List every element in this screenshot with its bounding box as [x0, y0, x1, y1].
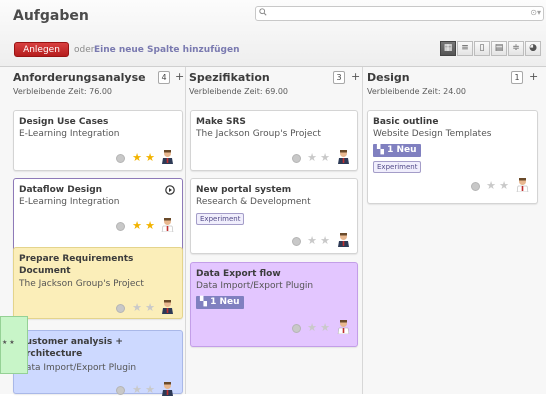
task-card[interactable]: Design Use Cases E-Learning Integration … [13, 110, 183, 171]
header-bar: Aufgaben ⊙▾ Anlegen oder Eine neue Spalt… [0, 0, 546, 67]
tag-badge: Experiment [373, 161, 422, 173]
avatar [338, 150, 349, 164]
status-icon[interactable] [292, 237, 301, 246]
or-label: oder [74, 45, 95, 55]
column-header: Spezifikation 3 + Verbleibende Zeit: 69.… [186, 67, 362, 97]
task-card[interactable]: Customer analysis + Architecture Data Im… [13, 330, 183, 396]
kanban-view-icon[interactable]: ▦ [440, 41, 456, 56]
task-project: E-Learning Integration [19, 129, 120, 139]
task-project: Research & Development [196, 197, 311, 207]
kanban-column-spezifikation: Spezifikation 3 + Verbleibende Zeit: 69.… [186, 67, 363, 394]
star-icon[interactable]: ★ [132, 220, 142, 231]
task-project: Data Import/Export Plugin [19, 363, 137, 373]
gantt-view-icon[interactable]: ≑ [508, 41, 524, 56]
star-icon[interactable]: ★ [320, 322, 330, 333]
star-icon[interactable]: ★ [307, 322, 317, 333]
message-icon: ▚ [377, 145, 384, 155]
task-project: Website Design Templates [373, 129, 492, 139]
task-project: E-Learning Integration [19, 197, 120, 207]
status-icon[interactable] [116, 222, 125, 231]
avatar [161, 218, 174, 232]
new-messages-label: 1 Neu [210, 297, 240, 307]
column-remaining-time: Verbleibende Zeit: 69.00 [189, 87, 289, 96]
column-title: Anforderungsanalyse [13, 71, 146, 84]
avatar [516, 178, 529, 192]
task-card[interactable]: Make SRS The Jackson Group's Project ★ ★ [190, 110, 358, 171]
column-remaining-time: Verbleibende Zeit: 76.00 [13, 87, 113, 96]
star-icon[interactable]: ★ [145, 302, 155, 313]
task-project: The Jackson Group's Project [196, 129, 321, 139]
tag-badge: Experiment [196, 213, 245, 225]
search-input[interactable]: ⊙▾ [255, 6, 544, 21]
view-switcher: ▦ ≡ ▯ ▤ ≑ ◕ [440, 41, 542, 57]
add-column-link[interactable]: Eine neue Spalte hinzufügen [94, 45, 239, 55]
task-title: Prepare Requirements Document [19, 254, 134, 276]
drag-ghost-stars: ★ ★ [2, 339, 15, 346]
column-count-badge: 1 [511, 71, 523, 84]
task-title: Dataflow Design [19, 185, 103, 195]
column-header: Design 1 + Verbleibende Zeit: 24.00 [363, 67, 546, 97]
graph-view-icon[interactable]: ◕ [525, 41, 541, 56]
task-title: Customer analysis + Architecture [19, 337, 123, 359]
form-view-icon[interactable]: ▯ [474, 41, 490, 56]
status-icon[interactable] [116, 304, 125, 313]
column-remaining-time: Verbleibende Zeit: 24.00 [367, 87, 467, 96]
task-card[interactable]: Prepare Requirements Document The Jackso… [13, 247, 183, 319]
task-title: New portal system [196, 185, 292, 195]
task-card[interactable]: Data Export flow Data Import/Export Plug… [190, 262, 358, 347]
timer-icon[interactable] [165, 185, 175, 195]
message-icon: ▚ [200, 297, 207, 307]
task-card[interactable]: New portal system Research & Development… [190, 178, 358, 254]
star-icon[interactable]: ★ [307, 152, 317, 163]
avatar [337, 320, 350, 334]
task-card[interactable]: Basic outline Website Design Templates ▚… [367, 110, 538, 204]
task-project: The Jackson Group's Project [19, 279, 144, 289]
search-options-icon[interactable]: ⊙▾ [530, 8, 541, 17]
page-title: Aufgaben [13, 8, 89, 24]
star-icon[interactable]: ★ [132, 152, 142, 163]
avatar [162, 300, 173, 314]
search-icon [259, 8, 267, 16]
avatar [338, 233, 349, 247]
task-project: Data Import/Export Plugin [196, 281, 314, 291]
star-icon[interactable]: ★ [145, 152, 155, 163]
column-header: Anforderungsanalyse 4 + Verbleibende Zei… [0, 67, 185, 97]
status-icon[interactable] [116, 154, 125, 163]
column-title: Spezifikation [189, 71, 270, 84]
star-icon[interactable]: ★ [307, 235, 317, 246]
add-task-button[interactable]: + [351, 70, 360, 83]
new-messages-label: 1 Neu [387, 145, 417, 155]
task-title: Data Export flow [196, 269, 281, 279]
column-count-badge: 4 [158, 71, 170, 84]
add-task-button[interactable]: + [175, 70, 184, 83]
avatar [162, 150, 173, 164]
drag-ghost-card[interactable]: ★ ★ [0, 316, 28, 374]
create-button[interactable]: Anlegen [14, 42, 69, 57]
star-icon[interactable]: ★ [320, 235, 330, 246]
status-icon[interactable] [471, 182, 480, 191]
add-task-button[interactable]: + [529, 70, 538, 83]
status-icon[interactable] [292, 154, 301, 163]
task-title: Basic outline [373, 117, 439, 127]
kanban-column-design: Design 1 + Verbleibende Zeit: 24.00 Basi… [363, 67, 546, 394]
column-count-badge: 3 [333, 71, 345, 84]
star-icon[interactable]: ★ [499, 180, 509, 191]
star-icon[interactable]: ★ [320, 152, 330, 163]
star-icon[interactable]: ★ [132, 302, 142, 313]
list-view-icon[interactable]: ≡ [457, 41, 473, 56]
status-icon[interactable] [292, 324, 301, 333]
task-title: Design Use Cases [19, 117, 109, 127]
new-messages-badge[interactable]: ▚ 1 Neu [373, 144, 421, 157]
star-icon[interactable]: ★ [486, 180, 496, 191]
star-icon[interactable]: ★ [145, 220, 155, 231]
column-title: Design [367, 71, 410, 84]
task-title: Make SRS [196, 117, 246, 127]
new-messages-badge[interactable]: ▚ 1 Neu [196, 296, 244, 309]
calendar-view-icon[interactable]: ▤ [491, 41, 507, 56]
